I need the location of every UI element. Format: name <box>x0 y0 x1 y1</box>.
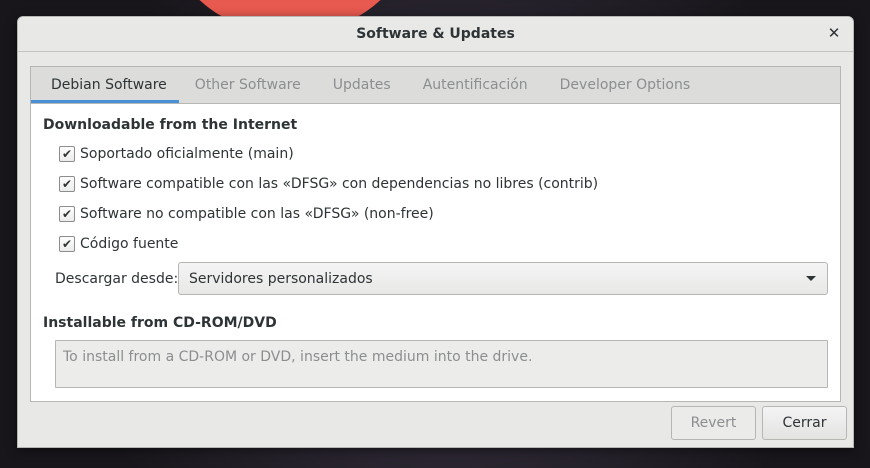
checkmark-icon: ✔ <box>61 237 73 251</box>
tab-debian-software[interactable]: Debian Software <box>31 67 179 103</box>
tab-updates[interactable]: Updates <box>317 67 407 103</box>
checkbox-main[interactable]: ✔ <box>59 146 75 162</box>
close-button[interactable]: Cerrar <box>762 406 847 440</box>
software-updates-window: Software & Updates ✕ Debian Software Oth… <box>17 16 854 448</box>
checkbox-label-contrib: Software compatible con las «DFSG» con d… <box>80 176 599 192</box>
titlebar: Software & Updates ✕ <box>18 17 853 52</box>
download-server-value: Servidores personalizados <box>189 270 373 287</box>
checkbox-label-main: Soportado oficialmente (main) <box>80 146 294 162</box>
checkbox-label-non-free: Software no compatible con las «DFSG» (n… <box>80 206 434 222</box>
close-icon[interactable]: ✕ <box>825 24 843 42</box>
tab-developer-options[interactable]: Developer Options <box>544 67 706 103</box>
tab-other-software[interactable]: Other Software <box>179 67 317 103</box>
checkbox-label-source-code: Código fuente <box>80 236 179 252</box>
window-title: Software & Updates <box>356 26 515 42</box>
cdrom-section-heading: Installable from CD-ROM/DVD <box>43 315 277 331</box>
checkbox-non-free[interactable]: ✔ <box>59 206 75 222</box>
revert-button[interactable]: Revert <box>671 406 756 440</box>
checkmark-icon: ✔ <box>61 147 73 161</box>
tab-bar: Debian Software Other Software Updates A… <box>31 67 840 104</box>
download-server-dropdown[interactable]: Servidores personalizados <box>178 262 828 295</box>
checkbox-row-main[interactable]: ✔ Soportado oficialmente (main) <box>59 143 294 165</box>
checkmark-icon: ✔ <box>61 207 73 221</box>
checkbox-row-non-free[interactable]: ✔ Software no compatible con las «DFSG» … <box>59 203 434 225</box>
tab-notebook: Debian Software Other Software Updates A… <box>30 66 841 402</box>
download-from-label: Descargar desde: <box>55 271 179 287</box>
checkbox-row-contrib[interactable]: ✔ Software compatible con las «DFSG» con… <box>59 173 598 195</box>
checkbox-source-code[interactable]: ✔ <box>59 236 75 252</box>
cdrom-message: To install from a CD-ROM or DVD, insert … <box>63 349 533 365</box>
checkbox-row-source-code[interactable]: ✔ Código fuente <box>59 233 178 255</box>
checkmark-icon: ✔ <box>61 177 73 191</box>
tab-authentication[interactable]: Autentificación <box>407 67 544 103</box>
internet-section-heading: Downloadable from the Internet <box>43 117 298 133</box>
chevron-down-icon <box>806 276 816 281</box>
cdrom-list[interactable]: To install from a CD-ROM or DVD, insert … <box>55 340 828 388</box>
checkbox-contrib[interactable]: ✔ <box>59 176 75 192</box>
